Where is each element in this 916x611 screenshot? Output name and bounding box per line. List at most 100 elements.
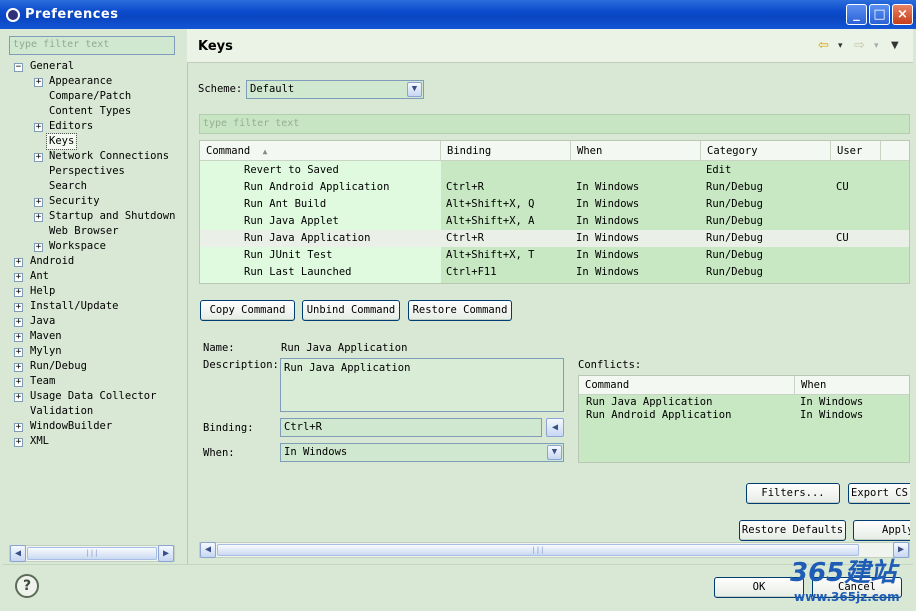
tree-item-usage-data-collector[interactable]: Usage Data Collector [30, 389, 156, 404]
expand-icon[interactable]: + [14, 393, 23, 402]
watermark-logo: 365建站 www.365jz.com [790, 552, 900, 604]
tree-item-perspectives[interactable]: Perspectives [49, 164, 125, 179]
restore-defaults-button[interactable]: Restore Defaults [739, 520, 846, 541]
table-row[interactable]: Run Ant Build Alt+Shift+X, Q In Windows … [200, 196, 909, 213]
column-header-binding[interactable]: Binding [441, 141, 571, 161]
tree-item-compare-patch[interactable]: Compare/Patch [49, 89, 131, 104]
column-header-command[interactable]: Command ▲ [200, 141, 441, 161]
minimize-button[interactable]: _ [846, 4, 867, 25]
tree-item-team[interactable]: Team [30, 374, 55, 389]
forward-arrow-icon[interactable]: ⇨ [854, 38, 865, 53]
expand-icon[interactable]: + [34, 78, 43, 87]
scroll-right-icon[interactable]: ▶ [158, 545, 174, 562]
conflicts-table[interactable]: Command When Run Java Application In Win… [578, 375, 910, 463]
expand-icon[interactable]: + [14, 318, 23, 327]
expand-icon[interactable]: + [34, 123, 43, 132]
tree-item-keys[interactable]: Keys [45, 133, 78, 150]
description-label: Description: [203, 359, 279, 371]
tree-item-ant[interactable]: Ant [30, 269, 49, 284]
filters-button[interactable]: Filters... [746, 483, 840, 504]
table-row[interactable]: Run Android Application Ctrl+R In Window… [200, 179, 909, 196]
maximize-button[interactable]: □ [869, 4, 890, 25]
copy-command-button[interactable]: Copy Command [200, 300, 295, 321]
collapse-icon[interactable]: − [14, 63, 23, 72]
view-menu-icon[interactable]: ▼ [891, 40, 899, 51]
scroll-thumb[interactable]: ||| [217, 544, 859, 556]
tree-item-startup-shutdown[interactable]: Startup and Shutdown [49, 209, 175, 224]
conflicts-header-when[interactable]: When [795, 376, 909, 395]
expand-icon[interactable]: + [14, 348, 23, 357]
tree-item-editors[interactable]: Editors [49, 119, 93, 134]
tree-item-install-update[interactable]: Install/Update [30, 299, 119, 314]
when-select[interactable]: In Windows ▼ [280, 443, 564, 462]
tree-item-windowbuilder[interactable]: WindowBuilder [30, 419, 112, 434]
table-row[interactable]: Run Java Applet Alt+Shift+X, A In Window… [200, 213, 909, 230]
tree-item-web-browser[interactable]: Web Browser [49, 224, 119, 239]
table-row[interactable]: Run Java Application In Windows [579, 396, 909, 409]
tree-item-workspace[interactable]: Workspace [49, 239, 106, 254]
table-row[interactable]: Run Android Application In Windows [579, 409, 909, 422]
key-bindings-table[interactable]: Command ▲ Binding When Category User Rev… [199, 140, 910, 284]
expand-icon[interactable]: + [14, 258, 23, 267]
tree-item-content-types[interactable]: Content Types [49, 104, 131, 119]
expand-icon[interactable]: + [14, 273, 23, 282]
binding-special-keys-button[interactable]: ◀ [546, 418, 564, 437]
table-row-selected[interactable]: Run Java Application Ctrl+R In Windows R… [200, 230, 909, 247]
chevron-down-icon[interactable]: ▼ [407, 82, 422, 97]
expand-icon[interactable]: + [14, 363, 23, 372]
help-icon[interactable]: ? [15, 574, 39, 598]
conflicts-header-command[interactable]: Command [579, 376, 795, 395]
back-history-dropdown-icon[interactable]: ▾ [838, 41, 843, 51]
column-header-when[interactable]: When [571, 141, 701, 161]
tree-item-validation[interactable]: Validation [30, 404, 93, 419]
title-bar[interactable]: Preferences _ □ × [0, 0, 916, 29]
scroll-left-icon[interactable]: ◀ [10, 545, 26, 562]
cell-command: Run Java Applet [244, 215, 339, 227]
tree-item-mylyn[interactable]: Mylyn [30, 344, 62, 359]
eclipse-app-icon [6, 8, 20, 22]
tree-item-general[interactable]: General [30, 59, 74, 74]
scroll-thumb[interactable]: ||| [27, 547, 157, 560]
column-header-category[interactable]: Category [701, 141, 831, 161]
close-button[interactable]: × [892, 4, 913, 25]
tree-item-network-connections[interactable]: Network Connections [49, 149, 169, 164]
table-row[interactable]: Revert to Saved Edit [200, 162, 909, 179]
expand-icon[interactable]: + [14, 303, 23, 312]
tree-item-help[interactable]: Help [30, 284, 55, 299]
expand-icon[interactable]: + [34, 153, 43, 162]
back-arrow-icon[interactable]: ⇦ [818, 38, 829, 53]
table-row[interactable]: Run Last Launched Ctrl+F11 In Windows Ru… [200, 264, 909, 281]
table-row[interactable]: Run JUnit Test Alt+Shift+X, T In Windows… [200, 247, 909, 264]
keys-filter-input[interactable]: type filter text [199, 114, 910, 134]
expand-icon[interactable]: + [14, 378, 23, 387]
tree-item-search[interactable]: Search [49, 179, 87, 194]
column-header-user[interactable]: User [831, 141, 881, 161]
tree-item-android[interactable]: Android [30, 254, 74, 269]
expand-icon[interactable]: + [34, 243, 43, 252]
apply-button[interactable]: Apply [853, 520, 910, 541]
restore-command-button[interactable]: Restore Command [408, 300, 512, 321]
tree-horizontal-scrollbar[interactable]: ◀ ||| ▶ [9, 545, 175, 562]
tree-item-maven[interactable]: Maven [30, 329, 62, 344]
expand-icon[interactable]: + [14, 333, 23, 342]
forward-history-dropdown-icon[interactable]: ▾ [874, 41, 879, 51]
expand-icon[interactable]: + [34, 213, 43, 222]
chevron-down-icon[interactable]: ▼ [547, 445, 562, 460]
scheme-select[interactable]: Default ▼ [246, 80, 424, 99]
scroll-left-icon[interactable]: ◀ [200, 542, 216, 558]
tree-item-appearance[interactable]: Appearance [49, 74, 112, 89]
expand-icon[interactable]: + [14, 423, 23, 432]
export-csv-button[interactable]: Export CS [848, 483, 910, 504]
tree-item-security[interactable]: Security [49, 194, 100, 209]
binding-input[interactable]: Ctrl+R [280, 418, 542, 437]
tree-filter-input[interactable]: type filter text [9, 36, 175, 55]
tree-item-xml[interactable]: XML [30, 434, 49, 449]
tree-item-java[interactable]: Java [30, 314, 55, 329]
unbind-command-button[interactable]: Unbind Command [302, 300, 400, 321]
description-textarea[interactable]: Run Java Application [280, 358, 564, 412]
cell-binding: Ctrl+R [446, 232, 484, 244]
expand-icon[interactable]: + [14, 438, 23, 447]
expand-icon[interactable]: + [34, 198, 43, 207]
expand-icon[interactable]: + [14, 288, 23, 297]
tree-item-run-debug[interactable]: Run/Debug [30, 359, 87, 374]
